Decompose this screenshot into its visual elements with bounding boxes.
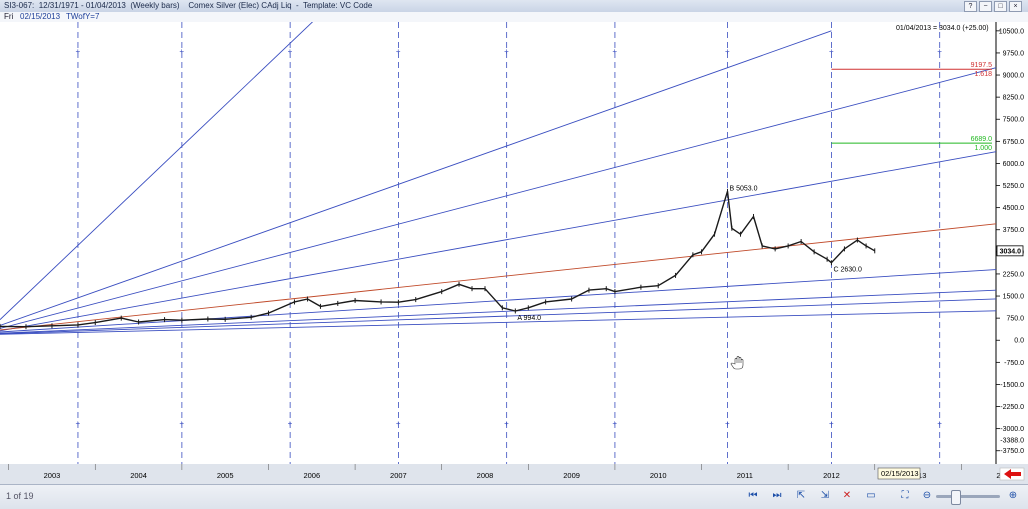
x-tick-label: 2004: [130, 471, 147, 480]
cycle-marker-plus: +: [396, 47, 401, 56]
cycle-marker-plus: +: [288, 419, 293, 428]
cycle-marker-plus: +: [612, 419, 617, 428]
cycle-marker-plus: +: [179, 419, 184, 428]
zoom-in-icon[interactable]: ⊕: [1006, 489, 1020, 503]
cycle-marker-plus: +: [396, 419, 401, 428]
cycle-marker-plus: +: [937, 47, 942, 56]
status-bar: 1 of 19 ⏮ ⏭ ⇱ ⇲ ✕ ▭ ⛶ ⊖ ⊕: [0, 484, 1028, 509]
cycle-marker-plus: +: [612, 47, 617, 56]
close-button[interactable]: ×: [1009, 1, 1022, 12]
cycle-marker-plus: +: [937, 419, 942, 428]
y-tick-label: 5250.0: [1003, 183, 1025, 190]
cycle-marker-plus: +: [504, 47, 509, 56]
y-tick-label: 6000.0: [1003, 161, 1025, 168]
zoom-fit-icon[interactable]: ⛶: [898, 489, 912, 503]
minimize-button[interactable]: −: [979, 1, 992, 12]
zoom-slider-thumb[interactable]: [951, 490, 961, 505]
projection-ratio-label: 1.618: [974, 71, 992, 78]
header-readout: 01/04/2013 = 3034.0 (+25.00): [896, 25, 989, 32]
y-tick-label: -3750.0: [1000, 448, 1024, 455]
y-tick-label: 4500.0: [1003, 205, 1025, 212]
x-tick-label: 2012: [823, 471, 840, 480]
window-buttons: ? − □ ×: [964, 1, 1022, 12]
projection-value-label: 9197.5: [971, 62, 993, 69]
cursor-date-badge: 02/15/2013: [877, 467, 921, 480]
cycle-marker-plus: +: [725, 419, 730, 428]
scale-icon[interactable]: ⇲: [818, 489, 832, 503]
x-tick-label: 2005: [217, 471, 234, 480]
cycle-marker-plus: +: [75, 47, 80, 56]
y-tick-label: -1500.0: [1000, 382, 1024, 389]
cycle-marker-plus: +: [504, 419, 509, 428]
last-price-label: 3034.0: [1000, 248, 1022, 255]
y-tick-label: 750.0: [1006, 316, 1024, 323]
projection-value-label: 6689.0: [971, 136, 993, 143]
y-tick-label: -2250.0: [1000, 404, 1024, 411]
cycle-marker-plus: +: [75, 419, 80, 428]
cursor-date: 02/15/2013: [20, 12, 61, 21]
y-tick-label: 9000.0: [1003, 73, 1025, 80]
y-tick-label: 0.0: [1014, 338, 1024, 345]
y-tick-label: -3000.0: [1000, 426, 1024, 433]
pivot-label: C 2630.0: [833, 267, 862, 274]
y-tick-label: 6750.0: [1003, 139, 1025, 146]
pivot-label: A 994.0: [517, 315, 541, 322]
price-chart[interactable]: + + + + + + + + + + + + + + + + + + 9197.5 1.618 6689.0 1.00…: [0, 22, 1028, 484]
arrow-left-icon[interactable]: [999, 467, 1025, 481]
next-page-icon[interactable]: ⏭: [770, 489, 784, 503]
fit-icon[interactable]: ⇱: [794, 489, 808, 503]
window-title: SI3-067: 12/31/1971 - 01/04/2013 (Weekly…: [4, 1, 373, 10]
y-tick-label: 9750.0: [1003, 50, 1025, 57]
zoom-slider-track[interactable]: [936, 495, 1000, 498]
x-tick-label: 2007: [390, 471, 407, 480]
page-indicator: 1 of 19: [6, 491, 34, 501]
cursor-day: Fri: [4, 12, 14, 21]
x-tick-label: 2003: [44, 471, 61, 480]
y-tick-label: 3750.0: [1003, 227, 1025, 234]
info-bar: Fri 02/15/2013 TWofY=7: [0, 12, 1028, 22]
cycle-marker-plus: +: [288, 47, 293, 56]
cycle-marker-plus: +: [829, 47, 834, 56]
x-tick-label: 2011: [737, 471, 753, 480]
x-tick-label: 2009: [563, 471, 580, 480]
cursor-date-label: 02/15/2013: [881, 469, 919, 478]
y-tick-label: 2250.0: [1003, 271, 1025, 278]
remove-icon[interactable]: ✕: [840, 489, 854, 503]
y-tick-label: 8250.0: [1003, 95, 1025, 102]
x-tick-label: 2006: [303, 471, 320, 480]
cycle-marker-plus: +: [179, 47, 184, 56]
y-tick-label: 1500.0: [1003, 294, 1025, 301]
screen-icon[interactable]: ▭: [864, 489, 878, 503]
help-button[interactable]: ?: [964, 1, 977, 12]
y-tick-label: -750.0: [1004, 360, 1024, 367]
cursor-formula: TWofY=7: [66, 12, 100, 21]
x-tick-label: 2008: [477, 471, 494, 480]
plot-area: [0, 22, 996, 464]
first-page-icon[interactable]: ⏮: [746, 489, 760, 503]
zoom-out-icon[interactable]: ⊖: [920, 489, 934, 503]
cycle-marker-plus: +: [725, 47, 730, 56]
cycle-marker-plus: +: [829, 419, 834, 428]
y-tick-label: 10500.0: [999, 28, 1024, 35]
x-tick-label: 2010: [650, 471, 667, 480]
y-extra-label: -3388.0: [1000, 438, 1024, 445]
x-axis-panel: [0, 464, 1028, 484]
projection-ratio-label: 1.000: [974, 145, 992, 152]
y-tick-label: 7500.0: [1003, 117, 1025, 124]
y-axis-panel: [996, 22, 1028, 464]
pivot-label: B 5053.0: [730, 185, 758, 192]
maximize-button[interactable]: □: [994, 1, 1007, 12]
